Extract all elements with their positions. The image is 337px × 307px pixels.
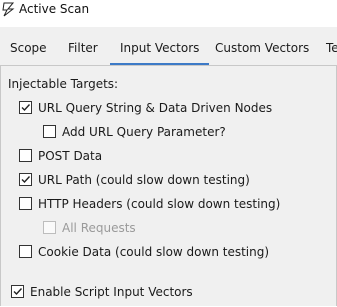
tab-scope[interactable]: Scope — [10, 27, 47, 65]
tab-input-vectors[interactable]: Input Vectors — [109, 27, 210, 65]
url-path-label: URL Path (could slow down testing) — [38, 173, 250, 187]
cookie-data-checkbox[interactable] — [19, 245, 32, 258]
input-vectors-panel: Injectable Targets: URL Query String & D… — [0, 66, 337, 306]
post-data-checkbox[interactable] — [19, 149, 32, 162]
url-query-checkbox[interactable] — [19, 101, 32, 114]
http-headers-checkbox[interactable] — [19, 197, 32, 210]
tab-filter[interactable]: Filter — [68, 27, 98, 65]
url-query-label: URL Query String & Data Driven Nodes — [38, 101, 273, 115]
window-title: Active Scan — [19, 2, 90, 16]
http-headers-label: HTTP Headers (could slow down testing) — [38, 197, 281, 211]
check-mark-icon — [21, 176, 31, 184]
cookie-data-label: Cookie Data (could slow down testing) — [38, 245, 270, 259]
script-vectors-checkbox[interactable] — [11, 285, 24, 298]
add-url-param-label: Add URL Query Parameter? — [62, 125, 226, 139]
tab-custom-vectors[interactable]: Custom Vectors — [215, 27, 309, 65]
check-mark-icon — [21, 104, 31, 112]
script-vectors-label: Enable Script Input Vectors — [30, 285, 193, 299]
injectable-targets-label: Injectable Targets: — [8, 77, 119, 91]
add-url-param-checkbox[interactable] — [43, 125, 56, 138]
check-mark-icon — [13, 288, 23, 296]
url-path-checkbox[interactable] — [19, 173, 32, 186]
zap-bolt-icon — [2, 2, 15, 17]
tab-te[interactable]: Te — [326, 27, 337, 65]
title-bar: Active Scan — [0, 0, 337, 27]
tab-bar: Scope Filter Input Vectors Custom Vector… — [0, 27, 337, 66]
post-data-label: POST Data — [38, 149, 103, 163]
all-requests-checkbox — [43, 221, 56, 234]
all-requests-label: All Requests — [62, 221, 136, 235]
